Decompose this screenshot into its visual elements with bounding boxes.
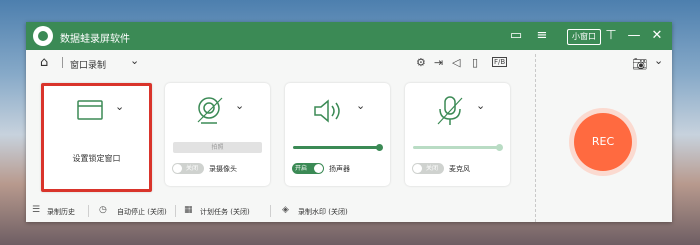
divider (88, 205, 89, 217)
mic-volume-slider[interactable] (413, 144, 503, 151)
slider-knob[interactable] (376, 144, 383, 151)
speaker-icon (314, 99, 340, 123)
speaker-setting-icon[interactable]: ◁ (452, 56, 460, 69)
watermark-icon[interactable]: ◈ (282, 205, 289, 215)
app-title: 数据蛙录屏软件 (60, 34, 130, 45)
menu-icon[interactable]: ≡ (534, 28, 550, 44)
schedule-task-link[interactable]: 计划任务 (关闭) (200, 207, 250, 217)
mouse-icon[interactable]: ▯ (472, 56, 478, 69)
settings-icon[interactable]: ⚙ (416, 56, 426, 69)
camera-toggle[interactable]: 关闭 (172, 163, 204, 174)
chevron-down-icon[interactable]: ⌄ (130, 54, 139, 67)
photo-button[interactable]: 拍照 (173, 142, 262, 153)
slider-knob[interactable] (496, 144, 503, 151)
rec-button[interactable]: REC (574, 113, 632, 171)
divider (62, 57, 63, 68)
app-logo-icon (33, 26, 53, 46)
message-icon[interactable]: ▭ (508, 28, 524, 44)
fps-icon[interactable]: F/B (492, 57, 508, 67)
webcam-disabled-icon (197, 97, 223, 124)
status-bar: ☰ 录制历史 ◷ 自动停止 (关闭) ▦ 计划任务 (关闭) ◈ 录制水印 (关… (26, 200, 672, 222)
camera-card[interactable]: ⌄ 拍照 关闭 录摄像头 (165, 83, 270, 186)
divider (270, 205, 271, 217)
pin-icon[interactable]: ⊤ (603, 28, 619, 44)
chevron-down-icon[interactable]: ⌄ (115, 100, 124, 113)
speaker-card[interactable]: ⌄ 开启 扬声器 (285, 83, 390, 186)
speaker-label: 扬声器 (329, 165, 350, 173)
clock-icon[interactable]: ◷ (99, 205, 107, 215)
window-select-card[interactable]: ⌄ 设置锁定窗口 (41, 83, 152, 192)
list-icon[interactable]: ☰ (32, 205, 40, 215)
chevron-down-icon[interactable]: ⌄ (476, 99, 485, 112)
record-mode-label[interactable]: 窗口录制 (70, 58, 106, 71)
app-window: 数据蛙录屏软件 ▭ ≡ 小窗口 ⊤ — ✕ ⌂ 窗口录制 ⌄ ⚙ ⇥ ◁ ▯ F… (26, 22, 672, 222)
window-icon (77, 100, 103, 120)
close-icon[interactable]: ✕ (649, 28, 665, 44)
mic-toggle[interactable]: 关闭 (412, 163, 444, 174)
camera-icon[interactable]: 📷︎ (632, 57, 647, 71)
auto-stop-link[interactable]: 自动停止 (关闭) (117, 207, 167, 217)
speaker-volume-slider[interactable] (293, 144, 383, 151)
mic-label: 麦克风 (449, 165, 470, 173)
toolbar: ⌂ 窗口录制 ⌄ ⚙ ⇥ ◁ ▯ F/B (40, 54, 530, 72)
record-panel: 📷︎ ⌄ REC (535, 54, 673, 222)
chevron-down-icon[interactable]: ⌄ (356, 99, 365, 112)
microphone-disabled-icon (437, 96, 463, 125)
export-icon[interactable]: ⇥ (434, 56, 443, 69)
speaker-toggle[interactable]: 开启 (292, 163, 324, 174)
mic-card[interactable]: ⌄ 关闭 麦克风 (405, 83, 510, 186)
watermark-link[interactable]: 录制水印 (关闭) (298, 207, 348, 217)
minimize-icon[interactable]: — (626, 28, 642, 44)
mini-window-button[interactable]: 小窗口 (567, 29, 601, 45)
home-icon[interactable]: ⌂ (40, 55, 48, 70)
title-bar: 数据蛙录屏软件 ▭ ≡ 小窗口 ⊤ — ✕ (26, 22, 672, 50)
chevron-down-icon[interactable]: ⌄ (235, 99, 244, 112)
chevron-down-icon[interactable]: ⌄ (654, 54, 663, 67)
camera-label: 录摄像头 (209, 165, 237, 173)
calendar-icon[interactable]: ▦ (184, 205, 193, 215)
divider (175, 205, 176, 217)
record-history-link[interactable]: 录制历史 (47, 207, 75, 217)
window-select-label: 设置锁定窗口 (72, 154, 121, 163)
